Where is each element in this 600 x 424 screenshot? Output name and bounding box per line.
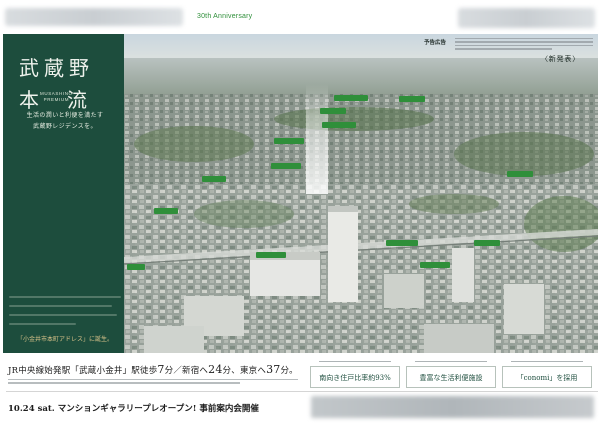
lead-line1: 生活の潤いと利便を満たす — [26, 112, 104, 119]
access-tokyo-unit: 分。 — [280, 366, 298, 376]
feature-facilities-value: 豊富な生活利便施設 — [419, 374, 483, 382]
gallery-open-date: 10.24 sat. マンションギャラリープレオープン! — [8, 404, 197, 414]
title-panel: 武蔵野 本流 MUSASHINO PREMIUM 生活の潤いと利便を満たす 武蔵… — [3, 34, 124, 353]
title-subtitle: MUSASHINO PREMIUM — [40, 91, 73, 102]
aerial-photo-illustration — [124, 34, 598, 353]
access-shinjuku-minutes: 24 — [208, 363, 223, 376]
title-char-hon: 本 — [19, 88, 42, 112]
top-bar: 30th Anniversary — [0, 0, 600, 34]
title-line1: 武蔵野 — [19, 56, 94, 80]
access-tokyo-minutes: 37 — [266, 363, 281, 376]
access-shinjuku-label: ／新宿へ — [173, 366, 209, 376]
lead-copy: 生活の潤いと利便を満たす 武蔵野レジデンスを。 — [9, 110, 121, 132]
footer: JR中央線始発駅「武蔵小金井」駅徒歩7分／新宿へ24分、東京へ37分。 南向き住… — [0, 353, 600, 424]
blurred-contact-strip — [311, 396, 594, 418]
lead-line2: 武蔵野レジデンスを。 — [33, 123, 97, 130]
new-release-label: 〈新発表〉 — [541, 55, 580, 63]
feature-box-south: 南向き住戸比率約93% — [310, 361, 400, 388]
gallery-open-copy: 10.24 sat. マンションギャラリープレオープン! 事前案内会開催 — [8, 402, 259, 414]
feature-box-conomi: 「conomi」を採用 — [502, 361, 592, 388]
subtitle-line1: MUSASHINO — [40, 91, 73, 96]
gallery-event: 事前案内会開催 — [199, 404, 259, 414]
feature-south-value: 南向き住戸比率約93% — [319, 374, 391, 382]
blurred-logo — [5, 8, 183, 26]
anniversary-label: 30th Anniversary — [197, 13, 253, 20]
aerial-photo — [124, 34, 598, 353]
ad-notice-fineprint — [455, 38, 593, 50]
ad-notice-tag: 予告広告 — [424, 40, 447, 46]
access-tokyo-label: 分、東京へ — [222, 366, 267, 376]
subtitle-line2: PREMIUM — [43, 96, 70, 102]
feature-box-facilities: 豊富な生活利便施設 — [406, 361, 496, 388]
access-walk-minutes: 7 — [157, 363, 165, 376]
address-tagline: 「小金井市本町アドレス」に誕生。 — [16, 336, 113, 343]
footer-divider — [6, 391, 598, 392]
feature-conomi-value: 「conomi」を採用 — [516, 374, 578, 382]
access-station: JR中央線始発駅「武蔵小金井」駅徒歩 — [8, 366, 158, 376]
blurred-logo-right — [458, 8, 595, 28]
access-copy: JR中央線始発駅「武蔵小金井」駅徒歩7分／新宿へ24分、東京へ37分。 — [8, 363, 298, 376]
access-fineprint — [8, 379, 298, 385]
body-copy-fineprint — [9, 296, 121, 326]
